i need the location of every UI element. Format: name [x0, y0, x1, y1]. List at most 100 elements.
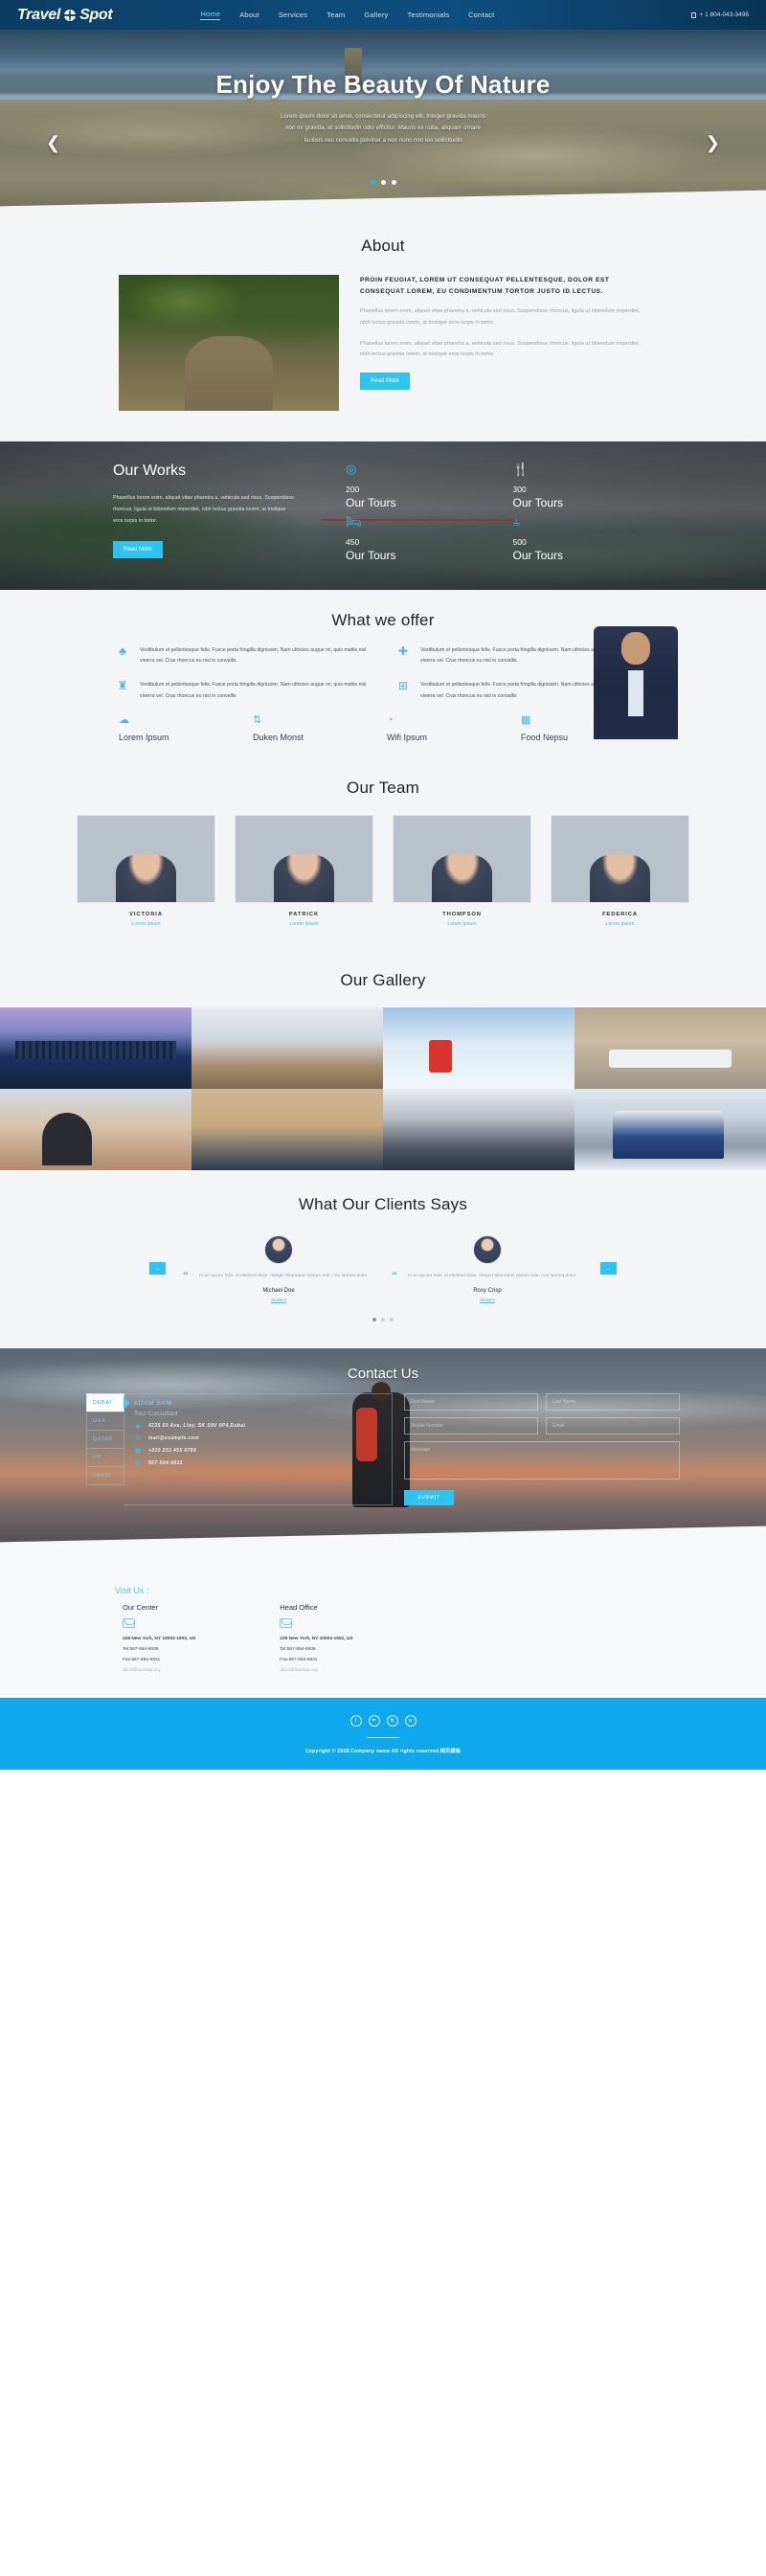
testimonial-next-button[interactable]: → — [600, 1262, 617, 1276]
gallery-image-city-skyline[interactable] — [0, 1006, 192, 1089]
contact-detail-fax: ⎙ 567-594-6931 — [134, 1460, 382, 1467]
hero-dot-2[interactable] — [380, 180, 386, 185]
first-name-input[interactable] — [404, 1392, 538, 1411]
contact-detail-address: ◉ 4235 50 Ave, Lloy, SK S9V 0P4,Dubai — [134, 1423, 382, 1430]
tab-uk[interactable]: UK — [86, 1447, 124, 1466]
testimonial-quote: In eu auctor felis, id eleifend dolor. I… — [408, 1273, 577, 1278]
testimonial-dot-3[interactable] — [390, 1317, 394, 1322]
train-icon: ⊞ — [397, 679, 409, 693]
stat-number: 200 — [346, 485, 360, 494]
hero-dot-1[interactable] — [370, 180, 375, 185]
gallery-image-airplane-cabin[interactable] — [383, 1088, 574, 1170]
mobile-number-input[interactable] — [404, 1416, 538, 1435]
office-address: 228 New York, NY 10003-1502, US — [280, 1636, 353, 1641]
team-member-card[interactable]: VICTORIA Lorem Ipsum — [77, 814, 215, 927]
tab-dubai[interactable]: DUBAI — [86, 1392, 124, 1412]
gallery-image-travel-flatlay[interactable] — [192, 1088, 383, 1170]
team-title: Our Team — [347, 778, 419, 797]
testimonial-avatar — [473, 1234, 502, 1264]
testimonial-dot-1[interactable] — [372, 1317, 376, 1322]
tab-usa[interactable]: USA — [86, 1411, 124, 1430]
vk-icon[interactable]: ᴡ — [404, 1714, 417, 1727]
works-paragraph: Phasellus lorem enim, aliquet vitae phar… — [113, 495, 295, 524]
testimonial-name: Rosy Crisp — [473, 1287, 502, 1294]
testimonial-role: Student — [480, 1297, 495, 1302]
feature-item: ☁ Lorem Ipsum — [115, 714, 249, 742]
brand-logo[interactable]: Travel Spot — [17, 6, 113, 24]
contact-fax-text: 567-594-6931 — [148, 1460, 183, 1467]
team-member-role: Lorem Ipsum — [289, 920, 319, 927]
last-name-input[interactable] — [546, 1392, 680, 1411]
testimonial-prev-button[interactable]: ← — [149, 1262, 166, 1276]
nav-item-home[interactable]: Home — [200, 10, 221, 20]
works-stats: ◎ 200 Our Tours 🍴 300 Our Tours 🛏 450 Ou… — [321, 463, 680, 562]
offer-item: ♣ Vestibulum et pellentesque felis. Fusc… — [115, 645, 371, 667]
testimonial-role: Student — [271, 1297, 286, 1302]
nav-item-services[interactable]: Services — [279, 11, 307, 19]
nav-item-gallery[interactable]: Gallery — [364, 11, 388, 19]
feature-item: ⇅ Duken Monst — [249, 713, 383, 742]
team-member-role: Lorem Ipsum — [131, 920, 161, 927]
works-title: Our Works — [113, 463, 187, 479]
twitter-icon[interactable]: ✒ — [368, 1714, 380, 1727]
stat-item: ◎ 200 Our Tours — [346, 463, 513, 509]
offer-item: ♜ Vestibulum et pellentesque felis. Fusc… — [115, 680, 371, 701]
about-heading: PROIN FEUGIAT, LOREM UT CONSEQUAT PELLEN… — [360, 277, 610, 295]
works-read-more-button[interactable]: Read More — [113, 540, 163, 558]
team-member-name: VICTORIA — [129, 911, 163, 917]
about-paragraph-2: Phasellus lorem enim, aliquet vitae phar… — [360, 340, 641, 358]
contact-person-role: Tour Consultant — [134, 1410, 178, 1417]
gallery-image-street-tram[interactable] — [574, 1006, 766, 1089]
testimonials-section: What Our Clients Says ← “ In eu auctor f… — [0, 1169, 766, 1348]
envelope-icon: ✉ — [135, 1435, 141, 1442]
testimonial-dot-2[interactable] — [381, 1317, 385, 1322]
tab-qatar[interactable]: QATAR — [86, 1429, 124, 1448]
stat-item: ⫨ 500 Our Tours — [513, 515, 681, 562]
contact-person-name: ADAM SAM — [134, 1399, 172, 1407]
about-read-more-button[interactable]: Read More — [360, 373, 410, 390]
sort-numeric-icon: ⇅ — [253, 713, 262, 726]
contact-section: Contact Us DUBAI USA QATAR UK PARIS ADAM… — [0, 1347, 766, 1549]
team-member-card[interactable]: PATRICK Lorem Ipsum — [235, 814, 373, 927]
contact-info-panel: ADAM SAM Tour Consultant ◉ 4235 50 Ave, … — [124, 1392, 393, 1505]
arrows-move-icon: ✚ — [397, 644, 409, 658]
fax-icon: ⎙ — [135, 1459, 141, 1466]
contact-title: Contact Us — [347, 1365, 419, 1382]
tripadvisor-icon: ◎ — [346, 462, 357, 476]
gallery-image-snow-family[interactable] — [383, 1006, 574, 1089]
offer-section: What we offer ♣ Vestibulum et pellentesq… — [0, 590, 766, 757]
businessman-photo — [594, 626, 678, 739]
contact-email-text[interactable]: mail@example.com — [148, 1435, 199, 1441]
testimonials-title: What Our Clients Says — [298, 1194, 468, 1213]
facebook-icon[interactable]: f — [349, 1714, 362, 1727]
hero-dot-3[interactable] — [391, 180, 396, 185]
nav-item-team[interactable]: Team — [327, 11, 345, 19]
team-section: Our Team VICTORIA Lorem Ipsum PATRICK Lo… — [0, 757, 766, 952]
stat-label: Our Tours — [512, 549, 563, 562]
office-email[interactable]: abcd@toursap.org — [123, 1668, 195, 1673]
gallery-image-woman-camera[interactable] — [0, 1088, 192, 1170]
team-member-card[interactable]: THOMPSON Lorem Ipsum — [393, 814, 531, 927]
brand-name-part2: Spot — [79, 6, 113, 23]
leaf-icon: ♣ — [119, 644, 126, 658]
hero-content: Enjoy The Beauty Of Nature Lorem ipsum d… — [0, 30, 766, 147]
message-textarea[interactable] — [404, 1440, 680, 1480]
office-our-center: Our Center 228 New York, NY 10003-1903, … — [123, 1603, 195, 1673]
header-phone[interactable]: + 1 804-043-3496 — [691, 11, 749, 18]
submit-button[interactable]: SUBMIT — [404, 1489, 454, 1505]
main-nav: Home About Services Team Gallery Testimo… — [200, 10, 494, 20]
team-member-card[interactable]: FEDERICA Lorem Ipsum — [551, 814, 689, 927]
phone-icon: ☎ — [134, 1448, 142, 1455]
email-input[interactable] — [546, 1416, 680, 1435]
contact-address-text: 4235 50 Ave, Lloy, SK S9V 0P4,Dubai — [148, 1423, 246, 1430]
nav-item-contact[interactable]: Contact — [468, 11, 494, 19]
stat-label: Our Tours — [346, 549, 396, 562]
nav-item-testimonials[interactable]: Testimonials — [408, 11, 450, 19]
tab-paris[interactable]: PARIS — [86, 1465, 124, 1485]
gallery-image-hikers-mountain[interactable] — [192, 1006, 383, 1089]
nav-item-about[interactable]: About — [239, 11, 259, 19]
office-email[interactable]: abcd@toursap.org — [280, 1668, 352, 1673]
gallery-image-winter-tram[interactable] — [574, 1088, 766, 1170]
rss-icon[interactable]: ≋ — [386, 1714, 398, 1727]
map-marker-icon: ◉ — [135, 1423, 141, 1430]
